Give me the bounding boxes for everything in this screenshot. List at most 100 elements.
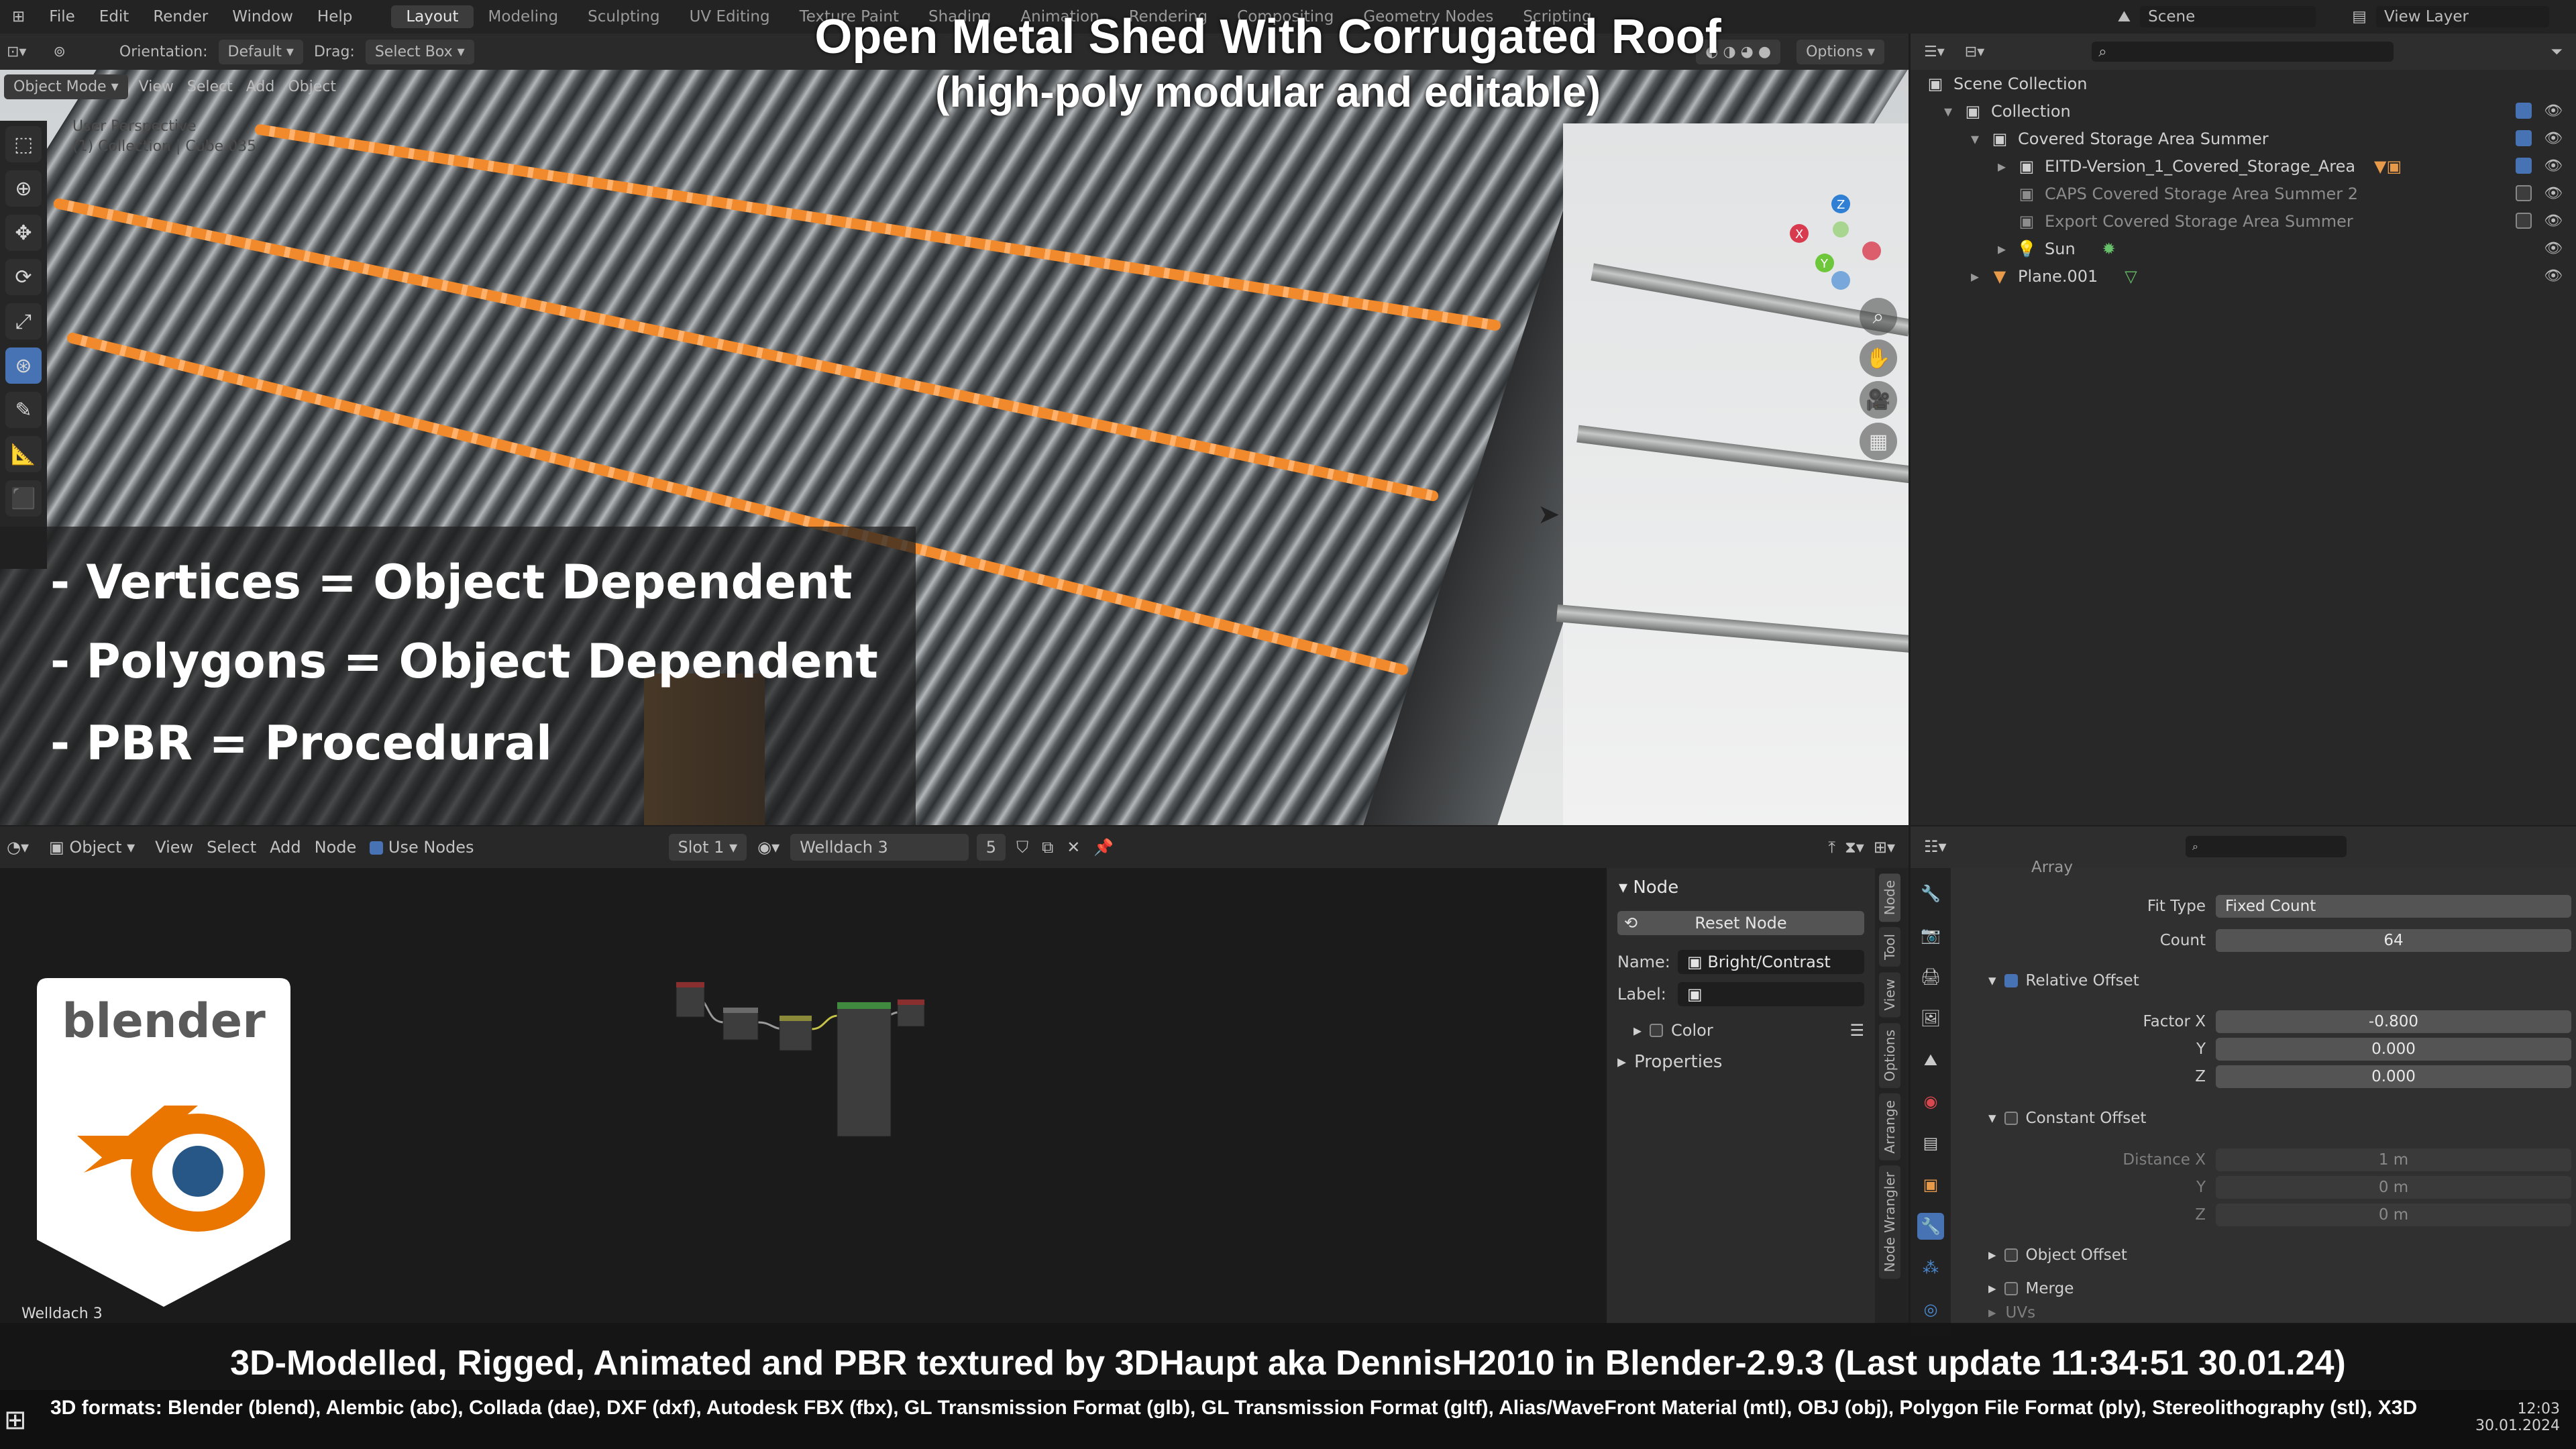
exclude-checkbox[interactable] [2516, 130, 2532, 146]
menu-add[interactable]: Add [263, 838, 307, 857]
outliner-row[interactable]: ▸ ▣ EITD-Version_1_Covered_Storage_Area … [1911, 152, 2576, 180]
distance-x-field[interactable]: 1 m [2216, 1148, 2571, 1171]
eye-icon[interactable]: 👁 [2544, 185, 2563, 202]
annotate-icon[interactable]: ✎ [5, 392, 42, 428]
outliner-row[interactable]: ▸ 💡 Sun ✹ 👁 [1911, 235, 2576, 262]
eye-icon[interactable]: 👁 [2544, 240, 2563, 257]
expand-icon[interactable]: ▸ [1971, 267, 1990, 286]
outliner-row[interactable]: ▣ Export Covered Storage Area Summer 👁 [1911, 207, 2576, 235]
measure-icon[interactable]: 📐 [5, 436, 42, 472]
distance-z-field[interactable]: 0 m [2216, 1203, 2571, 1226]
eye-icon[interactable]: 👁 [2544, 130, 2563, 147]
object-offset-subpanel[interactable]: ▸ Object Offset [1988, 1244, 2127, 1267]
modifier-name[interactable]: Array [2031, 859, 2073, 876]
object-offset-checkbox[interactable] [2004, 1248, 2018, 1262]
scene-tab-icon[interactable]: ⛰ [1917, 1046, 1944, 1073]
relative-offset-checkbox[interactable] [2004, 974, 2018, 987]
fit-type-dropdown[interactable]: Fixed Count [2216, 895, 2571, 918]
relative-offset-subpanel[interactable]: ▾ Relative Offset [1988, 969, 2139, 992]
properties-search[interactable]: ⌕ [2186, 836, 2347, 857]
shader-type-dropdown[interactable]: ▣ Object ▾ [40, 834, 144, 861]
filter-icon[interactable]: ⏷ [2551, 44, 2576, 60]
editor-type-icon[interactable]: ◔▾ [0, 838, 36, 857]
user-count[interactable]: 5 [976, 834, 1006, 861]
outliner-row[interactable]: ▸ ▼ Plane.001 ▽ 👁 [1911, 262, 2576, 290]
tab-node-wrangler[interactable]: Node Wrangler [1879, 1165, 1900, 1279]
exclude-checkbox[interactable] [2516, 103, 2532, 119]
merge-checkbox[interactable] [2004, 1282, 2018, 1295]
menu-view[interactable]: View [148, 838, 200, 857]
camera-view-icon[interactable]: 🎥 [1860, 381, 1897, 419]
factor-z-field[interactable]: 0.000 [2216, 1065, 2571, 1088]
rotate-icon[interactable]: ⟳ [5, 259, 42, 295]
uvs-subpanel[interactable]: ▸ UVs [1988, 1303, 2035, 1323]
outliner-row[interactable]: ▣ CAPS Covered Storage Area Summer 2 👁 [1911, 180, 2576, 207]
exclude-checkbox[interactable] [2516, 158, 2532, 174]
render-tab-icon[interactable]: 📷 [1917, 922, 1944, 949]
tab-node[interactable]: Node [1879, 873, 1900, 922]
tab-view[interactable]: View [1879, 972, 1900, 1018]
color-subpanel[interactable]: ▸ Color ☰ [1633, 1021, 1864, 1040]
node-name-field[interactable]: ▣ Bright/Contrast [1678, 950, 1864, 974]
slot-dropdown[interactable]: Slot 1 ▾ [668, 834, 747, 861]
move-icon[interactable]: ✥ [5, 215, 42, 251]
distance-y-field[interactable]: 0 m [2216, 1176, 2571, 1199]
zoom-icon[interactable]: ⌕ [1860, 298, 1897, 335]
constant-offset-subpanel[interactable]: ▾ Constant Offset [1988, 1107, 2146, 1130]
output-tab-icon[interactable]: 🖨 [1917, 963, 1944, 990]
expand-icon[interactable]: ▸ [1998, 157, 2017, 176]
tool-tab-icon[interactable]: 🔧 [1917, 880, 1944, 907]
use-nodes-checkbox[interactable] [370, 841, 384, 855]
tab-tool[interactable]: Tool [1879, 927, 1900, 967]
cursor-icon[interactable]: ⊕ [5, 170, 42, 207]
snap-icon[interactable]: ⧗▾ [1845, 838, 1864, 857]
editor-type-icon[interactable]: ☰▾ [1924, 44, 1945, 60]
navigation-gizmo[interactable]: Z X Y [1784, 191, 1885, 298]
duplicate-icon[interactable]: ⧉ [1035, 838, 1060, 857]
search-field[interactable]: ⌕ [2092, 42, 2394, 62]
world-tab-icon[interactable]: ◉ [1917, 1088, 1944, 1115]
fake-user-icon[interactable]: ⛉ [1010, 838, 1035, 857]
parent-node-icon[interactable]: ⤒ [1828, 838, 1835, 857]
menu-node[interactable]: Node [308, 838, 364, 857]
ortho-grid-icon[interactable]: ▦ [1860, 423, 1897, 460]
modifier-tab-icon[interactable]: 🔧 [1917, 1213, 1944, 1240]
eye-icon[interactable]: 👁 [2544, 268, 2563, 284]
factor-y-field[interactable]: 0.000 [2216, 1038, 2571, 1061]
expand-icon[interactable]: ▾ [1971, 129, 1990, 148]
factor-x-field[interactable]: -0.800 [2216, 1010, 2571, 1033]
node-panel-header[interactable]: ▾ Node [1607, 868, 1875, 907]
count-field[interactable]: 64 [2216, 929, 2571, 952]
menu-select[interactable]: Select [200, 838, 263, 857]
tab-options[interactable]: Options [1879, 1022, 1900, 1088]
select-box-icon[interactable]: ⬚ [5, 126, 42, 162]
view-layer-tab-icon[interactable]: 🖼 [1917, 1005, 1944, 1032]
eye-icon[interactable]: 👁 [2544, 158, 2563, 174]
windows-start-icon[interactable]: ⊞ [4, 1405, 27, 1436]
scale-icon[interactable]: ⤢ [5, 303, 42, 339]
physics-tab-icon[interactable]: ◎ [1917, 1296, 1944, 1323]
unlink-icon[interactable]: ✕ [1060, 838, 1087, 857]
node-graph[interactable] [664, 975, 946, 1150]
eye-icon[interactable]: 👁 [2544, 213, 2563, 229]
particles-tab-icon[interactable]: ⁂ [1917, 1254, 1944, 1281]
reset-node-button[interactable]: ⟲ Reset Node [1617, 911, 1864, 935]
eye-icon[interactable]: 👁 [2544, 103, 2563, 119]
editor-type-icon[interactable]: ☷▾ [1924, 837, 1947, 856]
transform-icon[interactable]: ⊛ [5, 347, 42, 384]
taskbar-clock[interactable]: 12:03 30.01.2024 [2475, 1401, 2560, 1434]
outliner-row-scene-collection[interactable]: ▣ Scene Collection [1911, 70, 2576, 97]
object-tab-icon[interactable]: ▣ [1917, 1171, 1944, 1198]
merge-subpanel[interactable]: ▸ Merge [1988, 1277, 2074, 1300]
constant-offset-checkbox[interactable] [2004, 1112, 2018, 1125]
material-icon[interactable]: ◉▾ [751, 838, 786, 857]
node-label-field[interactable]: ▣ [1678, 982, 1864, 1006]
pin-icon[interactable]: 📌 [1087, 838, 1120, 857]
use-nodes-toggle[interactable]: Use Nodes [363, 838, 480, 857]
color-checkbox[interactable] [1650, 1024, 1664, 1037]
material-name-field[interactable]: Welldach 3 [790, 834, 969, 861]
overlay-icon[interactable]: ⊞▾ [1874, 838, 1895, 857]
tab-arrange[interactable]: Arrange [1879, 1093, 1900, 1161]
expand-icon[interactable]: ▾ [1944, 102, 1963, 121]
outliner-row[interactable]: ▾ ▣ Collection 👁 [1911, 97, 2576, 125]
